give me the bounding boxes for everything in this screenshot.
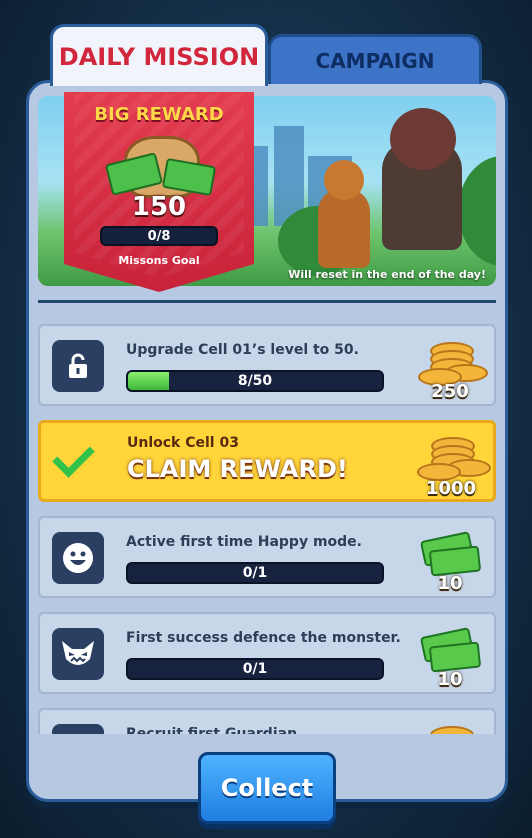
mission-title: Active first time Happy mode. bbox=[126, 534, 362, 550]
guardian-icon bbox=[52, 724, 104, 734]
monster-face-icon bbox=[52, 628, 104, 680]
tab-daily-mission[interactable]: DAILY MISSION bbox=[50, 24, 268, 86]
mission-progress-bar: 8/50 bbox=[126, 370, 384, 392]
cash-reward: 10 bbox=[410, 526, 490, 594]
mission-progress-bar: 0/1 bbox=[126, 562, 384, 584]
reward-value: 10 bbox=[437, 573, 463, 594]
cash-reward: 10 bbox=[410, 622, 490, 690]
big-reward-amount: 150 bbox=[131, 192, 187, 222]
reward-value: 250 bbox=[431, 381, 469, 402]
check-icon bbox=[52, 435, 95, 478]
mission-title: Unlock Cell 03 bbox=[127, 435, 239, 451]
mission-card: Recruit first Guardian bbox=[38, 708, 496, 734]
mission-card: Active first time Happy mode. 0/1 10 bbox=[38, 516, 496, 598]
unlock-icon bbox=[52, 340, 104, 392]
reward-value: 1000 bbox=[425, 478, 477, 499]
cat-character-head bbox=[324, 160, 364, 200]
coin-reward: 1000 bbox=[411, 431, 491, 499]
mission-title: Recruit first Guardian bbox=[126, 726, 298, 734]
cat-character bbox=[318, 188, 370, 268]
mission-card: Upgrade Cell 01’s level to 50. 8/50 250 bbox=[38, 324, 496, 406]
mission-card: First success defence the monster. 0/1 1… bbox=[38, 612, 496, 694]
happy-face-icon bbox=[52, 532, 104, 584]
guardian-character-head bbox=[390, 108, 456, 170]
coin-reward: 250 bbox=[410, 334, 490, 402]
claim-reward-button[interactable]: CLAIM REWARD! bbox=[127, 455, 348, 483]
mission-progress-text: 0/1 bbox=[242, 565, 268, 581]
missions-goal-label: Missons Goal bbox=[118, 254, 200, 267]
mission-progress-bar: 0/1 bbox=[126, 658, 384, 680]
missions-goal-progress: 0/8 bbox=[100, 226, 218, 246]
mission-list[interactable]: Upgrade Cell 01’s level to 50. 8/50 250 … bbox=[38, 316, 498, 734]
reset-notice: Will reset in the end of the day! bbox=[288, 268, 486, 281]
coin-reward bbox=[410, 718, 490, 734]
mission-progress-text: 0/1 bbox=[242, 661, 268, 677]
big-reward-ribbon: BIG REWARD 150 0/8 Missons Goal bbox=[64, 92, 254, 292]
big-reward-title: BIG REWARD bbox=[94, 104, 224, 125]
tab-campaign[interactable]: CAMPAIGN bbox=[268, 34, 482, 84]
mission-progress-text: 8/50 bbox=[237, 373, 273, 389]
divider bbox=[38, 300, 496, 303]
claim-reward-card[interactable]: Unlock Cell 03 CLAIM REWARD! 1000 bbox=[38, 420, 496, 502]
mission-title: Upgrade Cell 01’s level to 50. bbox=[126, 342, 359, 358]
reward-value: 10 bbox=[437, 669, 463, 690]
collect-button[interactable]: Collect bbox=[198, 752, 336, 824]
mission-title: First success defence the monster. bbox=[126, 630, 401, 646]
